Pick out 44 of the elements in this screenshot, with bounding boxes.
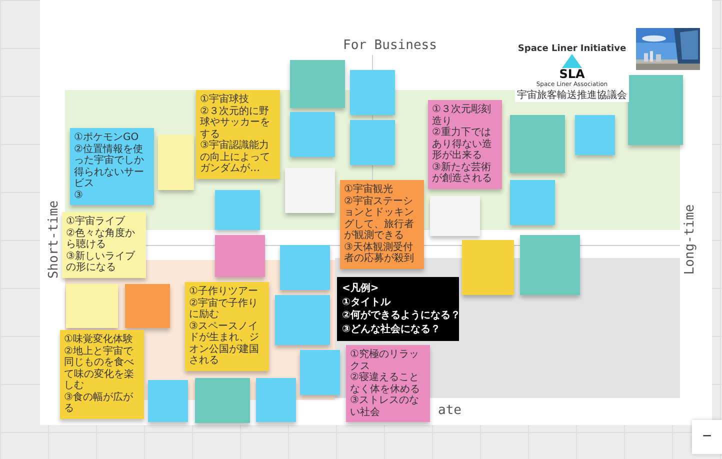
sticky-note[interactable] <box>125 284 170 328</box>
sticky-note[interactable]: ①ポケモンGO ②位置情報を使った宇宙でしか得られないサービス ③ <box>70 128 154 205</box>
sticky-note[interactable] <box>520 235 580 295</box>
sticky-note[interactable]: ①３次元彫刻造り ②重力下ではあり得ない造形が出来る ③新たな芸術が創造される <box>428 100 502 188</box>
sticky-note[interactable]: ①究極のリラックス ②寝違えることなく体を休める ③ストレスのない社会 <box>346 345 430 422</box>
logo-subtitle: 宇宙旅客輸送推進協議会 <box>517 88 627 102</box>
sticky-note[interactable] <box>300 350 340 395</box>
sticky-note[interactable] <box>510 180 555 225</box>
sticky-note[interactable] <box>350 120 395 165</box>
legend-line: ①タイトル <box>342 296 390 309</box>
sticky-note[interactable] <box>195 378 250 423</box>
sticky-note[interactable] <box>158 135 194 190</box>
sticky-note[interactable] <box>215 190 260 230</box>
axis-label: Short-time <box>46 200 62 279</box>
axis-label: ate <box>438 403 462 418</box>
sticky-note[interactable]: ①宇宙球技 ②３次元的に野球やサッカーをする ③宇宙認識能力の向上によってガンダムが… <box>196 90 280 178</box>
sticky-note[interactable] <box>628 75 683 145</box>
sticky-note[interactable] <box>575 115 615 155</box>
logo-mark: SLA <box>559 68 585 81</box>
sticky-note[interactable]: ①味覚変化体験 ②地上と宇宙で同じものを食べて味の変化を楽しむ ③食の幅が広がる <box>60 330 144 418</box>
sticky-note[interactable] <box>462 240 514 295</box>
logo-title: Space Liner Initiative <box>518 44 626 54</box>
sticky-note[interactable] <box>290 60 345 108</box>
sticky-note[interactable] <box>275 295 330 345</box>
sticky-note[interactable] <box>256 378 296 422</box>
sticky-note[interactable] <box>350 70 395 115</box>
sticky-note[interactable] <box>510 115 565 173</box>
triangle-icon <box>562 54 582 68</box>
sticky-note[interactable] <box>215 235 265 277</box>
axis-label: For Business <box>343 38 437 53</box>
sticky-note[interactable] <box>430 196 480 236</box>
sticky-note[interactable]: ①宇宙観光 ②宇宙ステーションとドッキングして、旅行者が観測できる ③天体観測受付者の応募が殺到 <box>340 180 424 268</box>
legend-line: ②何ができるようになる？ <box>342 309 460 322</box>
sticky-note[interactable] <box>285 168 335 213</box>
sticky-note[interactable]: ①子作りツアー ②宇宙で子作りに励む ③スペースノイドが生まれ、ジオン公国が建国される <box>185 282 269 370</box>
sticky-note[interactable]: ①宇宙ライブ ②色々な角度から聴ける ③新しいライブの形になる <box>62 212 146 278</box>
axis-label: Long-time <box>682 204 698 275</box>
sticky-note[interactable] <box>280 245 330 290</box>
sticky-note[interactable] <box>148 380 188 422</box>
zoom-out-button[interactable]: − <box>692 420 722 454</box>
sticky-note[interactable] <box>66 284 118 328</box>
sticky-note[interactable] <box>290 112 335 157</box>
legend-line: ③どんな社会になる？ <box>342 322 440 336</box>
legend-line: <凡例> <box>342 282 379 296</box>
